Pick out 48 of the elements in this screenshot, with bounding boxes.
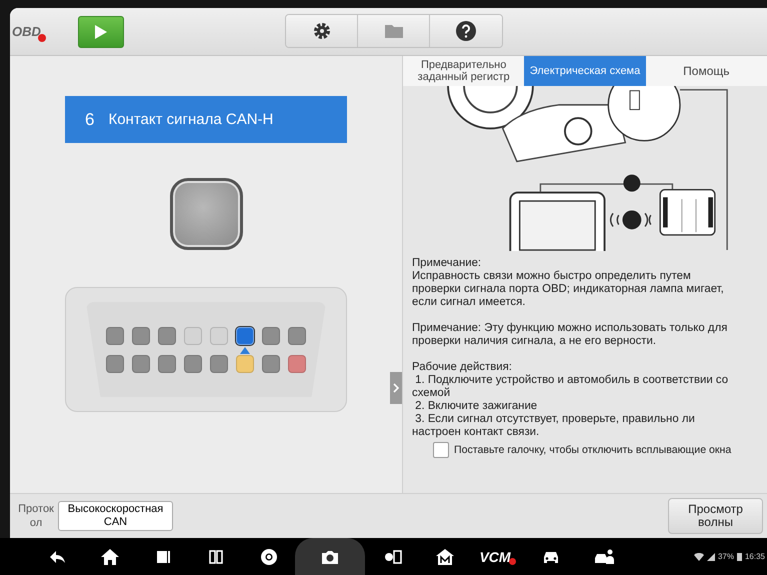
connector-pin[interactable] — [262, 326, 280, 344]
connector-pin[interactable] — [132, 354, 150, 372]
question-mark-icon — [455, 20, 477, 42]
home-icon[interactable] — [100, 546, 120, 566]
help-button[interactable] — [430, 15, 502, 47]
chevron-icon — [393, 383, 399, 393]
note-text: Примечание: — [412, 257, 482, 270]
protocol-field[interactable]: Высокоскоростная CAN — [58, 501, 173, 531]
instruction-text: 1. Подключите устройство и автомобиль в соответствии со схемой — [412, 374, 730, 400]
connector-pin[interactable] — [288, 354, 306, 372]
vcm-logo[interactable]: VCM — [479, 548, 511, 564]
clock-time: 16:35 — [744, 552, 765, 561]
pin-label: Контакт сигнала CAN-H — [108, 111, 274, 128]
connector-pin[interactable] — [288, 326, 306, 344]
connector-pin[interactable] — [184, 354, 202, 372]
play-button[interactable] — [78, 16, 124, 48]
view-wave-button[interactable]: Просмотр волны — [668, 498, 763, 534]
settings-button[interactable] — [286, 15, 358, 47]
signal-icon — [706, 552, 715, 560]
popup-checkbox[interactable] — [433, 442, 449, 458]
note-text: Исправность связи можно быстро определить путем проверки сигнала порта OBD; индикаторная лампа мигает, если сигнал имеется. — [412, 270, 725, 309]
connector-pin[interactable] — [262, 354, 280, 372]
browser-icon[interactable] — [258, 546, 278, 566]
car-person-icon[interactable] — [594, 546, 614, 566]
note-text: Примечание: Эту функцию можно использовать только для проверки наличия сигнала, а не его верности. — [412, 322, 728, 348]
connector-pin[interactable] — [106, 354, 124, 372]
pin-number: 6 — [85, 110, 94, 130]
connector-pin[interactable] — [158, 326, 176, 344]
instruction-text: 3. Если сигнал отсутствует, проверьте, правильно ли настроен контакт связи. — [412, 413, 696, 439]
instruction-text: 2. Включите зажигание — [414, 400, 538, 413]
obd-logo: OBD — [12, 24, 41, 39]
gear-icon — [312, 21, 332, 41]
connector-pin[interactable] — [210, 354, 228, 372]
battery-icon — [736, 552, 742, 561]
signal-lamp-button[interactable] — [170, 178, 242, 250]
connector-pin[interactable] — [106, 326, 124, 344]
play-icon — [94, 24, 108, 40]
protocol-label: Проток ол — [17, 502, 55, 530]
connector-pin[interactable] — [132, 326, 150, 344]
wifi-icon — [694, 552, 704, 560]
tab[interactable]: Электрическая схема — [524, 56, 646, 86]
connector-pin[interactable] — [158, 354, 176, 372]
collapse-handle[interactable] — [390, 372, 402, 404]
checkbox-label: Поставьте галочку, чтобы отключить всплывающие окна — [454, 444, 732, 456]
store-icon[interactable] — [434, 546, 454, 566]
instruction-text: Рабочие действия: — [412, 361, 513, 374]
folder-icon — [384, 23, 404, 39]
battery-percent: 37% — [718, 552, 734, 561]
